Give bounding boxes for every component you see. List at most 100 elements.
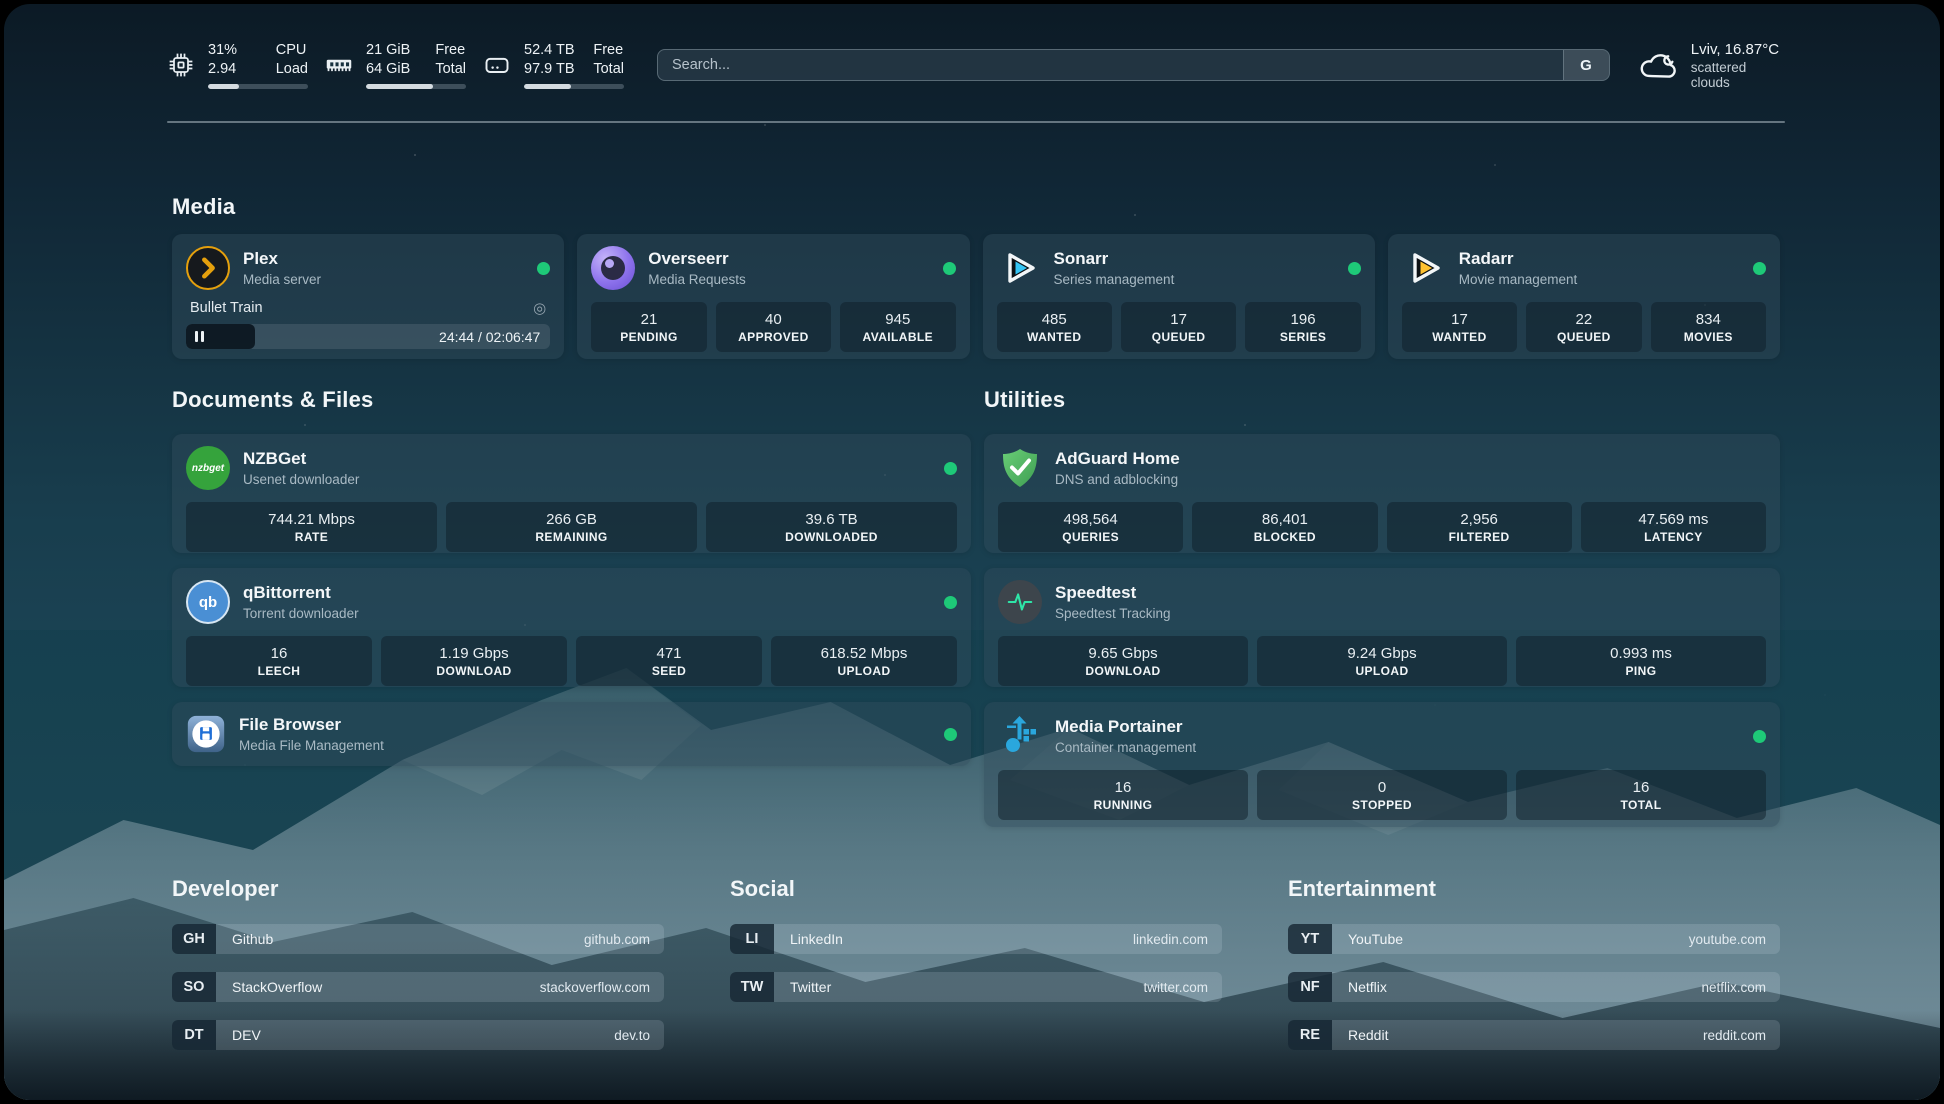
disk-free-label: Free (593, 41, 624, 60)
status-dot (943, 262, 956, 275)
filebrowser-icon (186, 714, 226, 754)
stat-ping: 0.993 msPING (1516, 636, 1766, 686)
radarr-icon (1402, 246, 1446, 290)
bookmark-url: stackoverflow.com (540, 972, 664, 1002)
app-card-overseerr[interactable]: Overseerr Media Requests 21PENDING 40APP… (577, 234, 969, 359)
stat-blocked: 86,401BLOCKED (1192, 502, 1377, 552)
stat-leech: 16LEECH (186, 636, 372, 686)
app-card-adguard[interactable]: AdGuard Home DNS and adblocking 498,564Q… (984, 434, 1780, 553)
app-name: File Browser (239, 715, 384, 735)
app-name: AdGuard Home (1055, 449, 1180, 469)
system-stats: 31% 2.94 CPU Load (167, 41, 624, 89)
status-dot (944, 728, 957, 741)
bookmark-name: Netflix (1332, 972, 1701, 1002)
bookmark-url: linkedin.com (1133, 924, 1222, 954)
stat-rate: 744.21 MbpsRATE (186, 502, 437, 552)
documents-column: nzbget NZBGet Usenet downloader 744.21 M… (172, 434, 971, 766)
top-bar: 31% 2.94 CPU Load (167, 34, 1785, 96)
app-card-sonarr[interactable]: Sonarr Series management 485WANTED 17QUE… (983, 234, 1375, 359)
section-title-entertainment: Entertainment (1288, 876, 1780, 902)
app-card-radarr[interactable]: Radarr Movie management 17WANTED 22QUEUE… (1388, 234, 1780, 359)
app-card-speedtest[interactable]: Speedtest Speedtest Tracking 9.65 GbpsDO… (984, 568, 1780, 687)
pause-icon[interactable] (195, 331, 204, 342)
stat-movies: 834MOVIES (1651, 302, 1766, 352)
search-input[interactable] (658, 50, 1563, 80)
stat-pending: 21PENDING (591, 302, 706, 352)
stat-upload: 618.52 MbpsUPLOAD (771, 636, 957, 686)
stat-latency: 47.569 msLATENCY (1581, 502, 1766, 552)
media-cards-row: Plex Media server Bullet Train ◎ 24:44 /… (172, 234, 1780, 359)
bookmark-name: Github (216, 924, 584, 954)
section-title-media: Media (172, 194, 235, 220)
app-name: Media Portainer (1055, 717, 1196, 737)
app-card-plex[interactable]: Plex Media server Bullet Train ◎ 24:44 /… (172, 234, 564, 359)
cloud-icon (1638, 47, 1678, 83)
stat-wanted: 485WANTED (997, 302, 1112, 352)
app-name: Speedtest (1055, 583, 1171, 603)
disk-stat-widget: 52.4 TB 97.9 TB Free Total (483, 41, 624, 89)
bookmark-link-netflix[interactable]: NF Netflix netflix.com (1288, 972, 1780, 1002)
bookmark-name: Reddit (1332, 1020, 1703, 1050)
weather-condition: scattered clouds (1691, 60, 1785, 90)
cpu-usage-value: 31% (208, 41, 237, 60)
app-subtitle: Movie management (1459, 272, 1578, 287)
app-card-filebrowser[interactable]: File Browser Media File Management (172, 702, 971, 766)
stat-wanted: 17WANTED (1402, 302, 1517, 352)
app-card-nzbget[interactable]: nzbget NZBGet Usenet downloader 744.21 M… (172, 434, 971, 553)
now-playing-title: Bullet Train (190, 300, 263, 316)
memory-progress-bar (366, 84, 466, 89)
bookmark-group-developer: Developer GH Github github.com SO StackO… (172, 876, 664, 1068)
stat-queued: 17QUEUED (1121, 302, 1236, 352)
dashboard-screen: 31% 2.94 CPU Load (4, 4, 1940, 1100)
bookmark-link-twitter[interactable]: TW Twitter twitter.com (730, 972, 1222, 1002)
app-subtitle: DNS and adblocking (1055, 472, 1180, 487)
bookmark-abbr: SO (172, 972, 216, 1002)
bookmark-name: StackOverflow (216, 972, 540, 1002)
portainer-icon (998, 714, 1042, 758)
memory-free-label: Free (435, 41, 466, 60)
stat-download: 1.19 GbpsDOWNLOAD (381, 636, 567, 686)
stat-available: 945AVAILABLE (840, 302, 955, 352)
stat-filtered: 2,956FILTERED (1387, 502, 1572, 552)
bookmark-url: github.com (584, 924, 664, 954)
bookmark-url: netflix.com (1701, 972, 1780, 1002)
disk-free-value: 52.4 TB (524, 41, 575, 60)
bookmark-abbr: RE (1288, 1020, 1332, 1050)
bookmark-abbr: LI (730, 924, 774, 954)
stat-approved: 40APPROVED (716, 302, 831, 352)
sonarr-icon (997, 246, 1041, 290)
app-card-portainer[interactable]: Media Portainer Container management 16R… (984, 702, 1780, 827)
bookmark-abbr: TW (730, 972, 774, 1002)
bookmark-link-github[interactable]: GH Github github.com (172, 924, 664, 954)
app-name: NZBGet (243, 449, 359, 469)
bookmark-name: Twitter (774, 972, 1143, 1002)
playback-time: 24:44 / 02:06:47 (439, 329, 540, 345)
status-dot (537, 262, 550, 275)
bookmark-link-dev[interactable]: DT DEV dev.to (172, 1020, 664, 1050)
app-name: Overseerr (648, 249, 746, 269)
app-card-qbittorrent[interactable]: qb qBittorrent Torrent downloader 16LEEC… (172, 568, 971, 687)
bookmark-abbr: GH (172, 924, 216, 954)
app-subtitle: Media server (243, 272, 321, 287)
weather-widget: Lviv, 16.87°C scattered clouds (1638, 41, 1786, 90)
search-engine-button[interactable]: G (1563, 50, 1609, 80)
bookmark-link-reddit[interactable]: RE Reddit reddit.com (1288, 1020, 1780, 1050)
bookmark-url: youtube.com (1689, 924, 1780, 954)
cpu-stat-widget: 31% 2.94 CPU Load (167, 41, 308, 89)
disk-progress-bar (524, 84, 624, 89)
app-subtitle: Media Requests (648, 272, 746, 287)
status-dot (1753, 730, 1766, 743)
bookmark-link-linkedin[interactable]: LI LinkedIn linkedin.com (730, 924, 1222, 954)
bookmark-link-stackoverflow[interactable]: SO StackOverflow stackoverflow.com (172, 972, 664, 1002)
nzbget-icon: nzbget (186, 446, 230, 490)
app-subtitle: Series management (1054, 272, 1175, 287)
memory-total-value: 64 GiB (366, 60, 410, 79)
bookmark-link-youtube[interactable]: YT YouTube youtube.com (1288, 924, 1780, 954)
disk-total-label: Total (593, 60, 624, 79)
speedtest-icon (998, 580, 1042, 624)
section-title-utilities: Utilities (984, 387, 1065, 413)
app-subtitle: Container management (1055, 740, 1196, 755)
media-session-icon[interactable]: ◎ (533, 299, 546, 317)
plex-icon (186, 246, 230, 290)
playback-progress-bar[interactable]: 24:44 / 02:06:47 (186, 324, 550, 349)
